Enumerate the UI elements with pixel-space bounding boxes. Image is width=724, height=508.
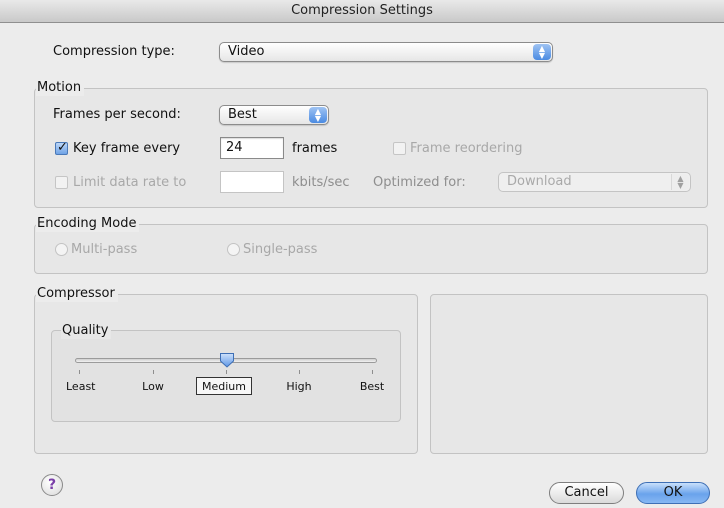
quality-group (51, 330, 401, 422)
limit-data-rate-label: Limit data rate to (73, 175, 187, 190)
quality-tick (299, 370, 300, 374)
window-title: Compression Settings (0, 0, 724, 23)
quality-tick (372, 370, 373, 374)
data-rate-field[interactable] (220, 171, 284, 193)
up-down-arrows-icon: ▲ ▼ (533, 44, 551, 60)
cancel-button[interactable]: Cancel (549, 482, 624, 504)
compressor-title: Compressor (36, 286, 118, 302)
checkmark-icon: ✓ (57, 140, 68, 155)
data-rate-unit: kbits/sec (292, 175, 350, 190)
compressor-options-panel (430, 294, 708, 454)
optimized-for-popup[interactable]: Download ▲ ▼ (498, 172, 691, 192)
single-pass-radio[interactable] (227, 243, 240, 256)
keyframe-checkbox[interactable]: ✓ (55, 140, 68, 155)
quality-label-high: High (286, 380, 312, 393)
quality-slider-thumb[interactable] (219, 352, 235, 368)
encoding-mode-title: Encoding Mode (36, 216, 140, 232)
multi-pass-label: Multi-pass (71, 242, 138, 257)
frame-reordering-label: Frame reordering (410, 141, 523, 156)
quality-tick (79, 370, 80, 374)
up-down-arrows-icon: ▲ ▼ (309, 107, 327, 123)
up-down-arrows-icon: ▲ ▼ (671, 174, 689, 190)
quality-label-low: Low (142, 380, 164, 393)
single-pass-label: Single-pass (243, 242, 318, 257)
ok-button[interactable]: OK (636, 482, 710, 504)
keyframe-field[interactable]: 24 (220, 137, 284, 159)
quality-label-least: Least (66, 380, 96, 393)
quality-tick (226, 370, 227, 374)
fps-value: Best (228, 107, 257, 122)
compression-type-value: Video (228, 44, 265, 59)
keyframe-value: 24 (226, 140, 243, 155)
optimized-for-label: Optimized for: (373, 175, 466, 190)
limit-data-rate-checkbox[interactable] (55, 176, 68, 189)
compression-type-label: Compression type: (53, 44, 175, 59)
quality-title: Quality (61, 323, 112, 339)
quality-tick (153, 370, 154, 374)
optimized-for-value: Download (507, 174, 572, 189)
keyframe-label: Key frame every (73, 141, 181, 156)
keyframe-unit: frames (292, 141, 338, 156)
quality-label-best: Best (359, 380, 385, 393)
compression-type-popup[interactable]: Video ▲ ▼ (219, 42, 553, 62)
multi-pass-radio[interactable] (55, 243, 68, 256)
help-icon[interactable]: ? (41, 474, 63, 496)
fps-popup[interactable]: Best ▲ ▼ (219, 105, 329, 125)
quality-label-medium: Medium (202, 380, 246, 393)
motion-group-title: Motion (36, 80, 85, 96)
fps-label: Frames per second: (53, 107, 181, 122)
frame-reordering-checkbox[interactable] (393, 142, 406, 155)
